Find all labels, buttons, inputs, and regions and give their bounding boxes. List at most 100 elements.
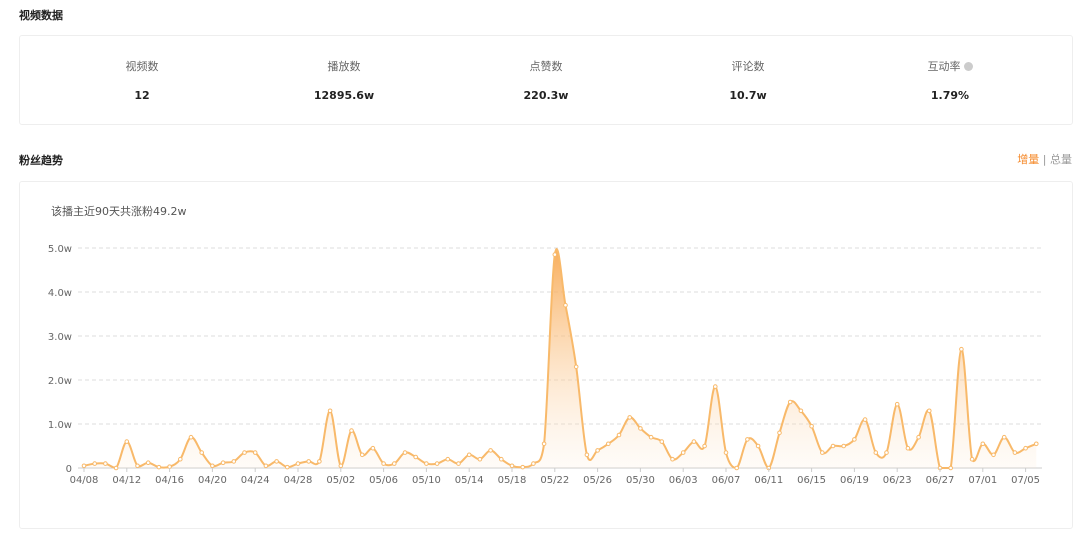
data-point[interactable]	[178, 456, 183, 462]
data-point[interactable]	[531, 461, 536, 466]
data-point[interactable]	[841, 443, 847, 449]
data-point[interactable]	[606, 441, 611, 447]
y-tick-label: 4.0w	[48, 288, 72, 299]
data-point[interactable]	[745, 437, 750, 442]
data-point[interactable]	[252, 450, 258, 455]
data-point[interactable]	[338, 463, 344, 469]
data-point[interactable]	[852, 437, 857, 442]
data-point[interactable]	[1001, 434, 1007, 440]
data-point[interactable]	[295, 461, 301, 466]
data-point[interactable]	[156, 464, 162, 470]
data-point[interactable]	[1012, 450, 1018, 455]
data-point[interactable]	[445, 456, 451, 462]
data-point[interactable]	[809, 423, 814, 429]
data-point[interactable]	[167, 464, 172, 469]
x-tick-label: 04/16	[155, 475, 184, 486]
data-point[interactable]	[798, 408, 804, 414]
data-point[interactable]	[595, 448, 600, 453]
data-point[interactable]	[552, 252, 558, 257]
data-point[interactable]	[424, 461, 429, 466]
data-point[interactable]	[894, 401, 900, 407]
data-point[interactable]	[959, 346, 964, 352]
data-point[interactable]	[916, 434, 921, 440]
data-point[interactable]	[927, 408, 932, 414]
data-point[interactable]	[263, 463, 269, 469]
data-point[interactable]	[381, 461, 386, 466]
data-point[interactable]	[434, 461, 440, 466]
data-point[interactable]	[520, 464, 526, 470]
x-tick-label: 06/19	[840, 475, 869, 486]
data-point[interactable]	[359, 452, 365, 458]
data-point[interactable]	[638, 426, 643, 431]
x-tick-label: 06/15	[797, 475, 826, 486]
data-point[interactable]	[370, 445, 376, 451]
data-point[interactable]	[573, 364, 579, 370]
data-point[interactable]	[413, 454, 419, 460]
y-tick-label: 5.0w	[48, 244, 72, 255]
data-point[interactable]	[306, 459, 312, 464]
data-point[interactable]	[124, 439, 130, 444]
data-point[interactable]	[980, 441, 986, 447]
data-point[interactable]	[488, 448, 493, 453]
data-point[interactable]	[680, 450, 686, 455]
data-point[interactable]	[466, 452, 472, 458]
data-point[interactable]	[456, 461, 461, 466]
data-point[interactable]	[509, 463, 515, 469]
data-point[interactable]	[787, 399, 793, 405]
data-point[interactable]	[713, 384, 718, 389]
data-point[interactable]	[820, 450, 825, 455]
data-point[interactable]	[541, 441, 547, 447]
data-point[interactable]	[777, 430, 782, 436]
y-tick-label: 0	[66, 464, 72, 475]
data-point[interactable]	[220, 460, 226, 466]
data-point[interactable]	[499, 456, 504, 462]
data-point[interactable]	[627, 415, 633, 420]
data-point[interactable]	[199, 450, 204, 455]
data-point[interactable]	[659, 439, 665, 444]
data-point[interactable]	[948, 465, 954, 471]
data-point[interactable]	[755, 443, 761, 449]
data-point[interactable]	[188, 434, 194, 440]
data-point[interactable]	[734, 465, 740, 471]
data-point[interactable]	[274, 459, 279, 464]
data-point[interactable]	[830, 443, 836, 449]
data-point[interactable]	[402, 450, 408, 455]
x-tick-label: 06/03	[669, 475, 698, 486]
x-tick-label: 04/12	[112, 475, 141, 486]
data-point[interactable]	[884, 450, 889, 455]
data-point[interactable]	[670, 456, 675, 462]
data-point[interactable]	[92, 461, 97, 466]
x-tick-label: 06/27	[926, 475, 955, 486]
data-point[interactable]	[862, 417, 868, 422]
data-point[interactable]	[327, 408, 333, 414]
data-point[interactable]	[135, 463, 140, 469]
data-point[interactable]	[702, 443, 707, 449]
data-point[interactable]	[991, 452, 996, 458]
data-point[interactable]	[969, 456, 975, 462]
x-tick-label: 05/30	[626, 475, 655, 486]
data-point[interactable]	[242, 450, 247, 455]
data-point[interactable]	[648, 434, 654, 440]
data-point[interactable]	[477, 456, 483, 462]
data-point[interactable]	[231, 459, 237, 464]
data-point[interactable]	[349, 428, 354, 433]
data-point[interactable]	[81, 463, 87, 469]
data-point[interactable]	[210, 463, 215, 469]
data-point[interactable]	[691, 439, 697, 444]
data-point[interactable]	[723, 450, 729, 455]
data-point[interactable]	[103, 461, 108, 466]
data-point[interactable]	[1023, 445, 1028, 451]
data-point[interactable]	[145, 460, 151, 466]
x-tick-label: 04/20	[198, 475, 227, 486]
data-point[interactable]	[616, 432, 622, 438]
data-point[interactable]	[113, 465, 119, 471]
data-point[interactable]	[1034, 441, 1039, 447]
data-point[interactable]	[317, 459, 322, 464]
data-point[interactable]	[563, 302, 568, 308]
data-point[interactable]	[584, 452, 590, 458]
data-point[interactable]	[392, 461, 397, 466]
x-tick-label: 06/07	[712, 475, 741, 486]
data-point[interactable]	[905, 445, 911, 451]
data-point[interactable]	[285, 464, 290, 470]
data-point[interactable]	[873, 450, 879, 455]
